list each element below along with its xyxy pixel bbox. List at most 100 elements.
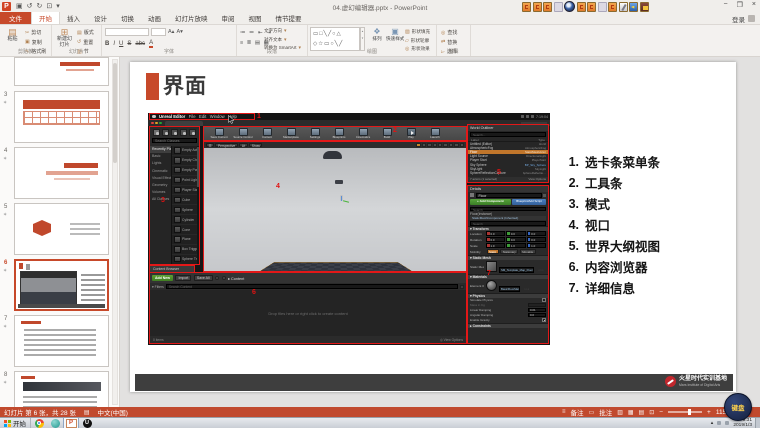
modes-category[interactable]: Cinematic [150,168,171,175]
classroom-tool-icon[interactable] [619,2,628,12]
asset-tools-icons[interactable]: ◦ ◦ ◦ [524,287,529,291]
foliage-mode-icon[interactable] [180,129,187,136]
toolbar-button[interactable]: Blueprints [327,128,351,140]
z-value-field[interactable]: 0.0 [527,237,546,241]
forward-icon[interactable] [222,276,226,280]
mobility-option[interactable]: Stationary [500,249,518,253]
slide-thumbnail[interactable] [14,315,109,367]
classroom-tool-icon[interactable] [554,2,563,12]
reading-view-icon[interactable]: ▤ [639,409,645,416]
placeable-item[interactable]: Player Start [172,186,199,196]
physics-control[interactable]: 0.0 [528,313,546,317]
comments-toggle[interactable]: 批注 [599,407,612,417]
language-indicator[interactable]: 中文(中国) [98,407,128,417]
classroom-tool-icon[interactable] [564,1,575,12]
viewport-menu-icon[interactable]: ☰ [206,143,214,147]
clipboard-mini-button[interactable]: ▣复制 [25,39,46,46]
qat-button-icon[interactable]: ▾ [56,2,60,10]
slideshow-icon[interactable]: ⊡ [649,409,654,416]
normal-view-icon[interactable]: ▥ [617,409,623,416]
mac-minimize-icon[interactable] [155,122,158,125]
scrollbar-thumb[interactable] [197,147,199,187]
clipboard-mini-button[interactable]: ✂剪切 [25,29,46,36]
view-options[interactable]: View Options [528,177,546,181]
qat-button-icon[interactable]: ↺ [27,2,33,10]
material-dropdown[interactable]: BasicFloorMat [499,286,520,292]
physics-control[interactable]: 0.01 [528,308,546,312]
clear-format-button[interactable]: abc [135,41,145,47]
scale-snap-icon[interactable] [449,143,453,147]
ribbon-tab[interactable]: 情节提要 [269,12,309,24]
notes-page-icon[interactable]: ▤ [84,409,90,416]
physics-control[interactable] [528,303,546,307]
classroom-tool-icon[interactable] [608,2,617,12]
filters-button[interactable]: ▾ Filters [152,285,164,289]
viewport-button[interactable]: Show [249,143,262,147]
classroom-tool-icon[interactable] [598,2,607,12]
modes-category[interactable]: Lights [150,160,171,167]
close-button[interactable]: × [752,1,756,9]
new-slide-button[interactable]: ⊞ 新建幻灯片 [55,27,74,48]
modes-category[interactable]: Recently Placed [150,146,171,153]
qat-button-icon[interactable]: ▣ [16,2,23,10]
save-all-button[interactable]: Save All [194,275,213,281]
paste-button[interactable]: ▤ 粘贴 [3,27,22,43]
slide-thumbnail[interactable] [14,371,109,407]
thumbnail-slide-2-partial[interactable] [14,57,109,86]
content-browser-tab[interactable]: Content Browser [149,265,195,272]
ue-menu-item[interactable]: File [189,114,196,119]
z-value-field[interactable]: 1.0 [527,243,546,247]
outliner-row[interactable]: SphereReflectionCapture SphereReflectio… [468,171,548,175]
underline-button[interactable]: U [119,41,123,47]
restore-button[interactable]: ❐ [737,1,743,9]
ribbon-tab[interactable]: 切换 [114,12,141,24]
editing-mini-button[interactable]: ◎查找 [441,29,457,36]
classroom-tool-icon[interactable] [629,2,638,12]
classroom-tool-icon[interactable] [587,2,596,12]
placeable-item[interactable]: Plane [172,235,199,245]
ribbon-tab[interactable]: 开始 [31,12,60,24]
placeable-item[interactable]: Empty Actor [172,146,199,156]
font-color-button[interactable]: A [149,40,153,48]
paragraph-mini-button[interactable]: 文字方向▾ [264,28,306,34]
material-thumbnail[interactable] [486,280,497,291]
import-button[interactable]: Import [175,275,191,281]
bold-button[interactable]: B [105,41,109,47]
view-settings-icon[interactable] [460,285,464,289]
mobility-option[interactable]: Movable [520,249,536,253]
slides-mini-button[interactable]: ↺重置 [77,39,94,46]
grid-snap-icon[interactable] [438,143,442,147]
modes-category[interactable]: Visual Effects [150,175,171,182]
toolbar-button[interactable]: Content [255,128,279,140]
column-label[interactable]: Label [471,138,538,141]
shrink-font-icon[interactable]: A▾ [176,29,182,35]
taskbar-globe-app[interactable] [47,418,63,428]
notes-toggle[interactable]: 备注 [571,407,584,417]
modes-category[interactable]: Volumes [150,189,171,196]
placeable-item[interactable]: Cylinder [172,215,199,225]
taskbar-chrome[interactable] [31,418,47,428]
x-value-field[interactable]: 0.0 [486,231,505,235]
static-mesh-dropdown[interactable]: SM_Template_Map_Floor [499,267,534,273]
tray-expand-icon[interactable]: ▴ [711,420,714,426]
outliner-search-input[interactable]: Search... [470,132,546,137]
z-value-field[interactable]: 0.0 [527,231,546,235]
column-type[interactable]: Type [538,138,545,141]
select-tool-icon[interactable] [416,143,420,147]
viewport-button[interactable]: Perspective [215,143,237,147]
paint-mode-icon[interactable] [162,129,169,136]
component-row[interactable]: StaticMeshComponent (Inherited) [470,216,546,221]
breadcrumb[interactable]: ▸ Content [228,276,244,281]
editing-mini-button[interactable]: ⇄替换 [441,39,457,46]
mac-zoom-icon[interactable] [159,122,162,125]
font-name-select[interactable] [105,28,149,36]
move-tool-icon[interactable] [422,143,426,147]
x-value-field[interactable]: 1.0 [486,243,505,247]
placeable-item[interactable]: Cube [172,195,199,205]
ribbon-tab[interactable]: 动画 [141,12,168,24]
lock-icon[interactable] [543,194,546,197]
toolbar-button[interactable]: Marketplace [279,128,303,140]
classroom-tool-icon[interactable] [543,2,552,12]
toolbar-button[interactable]: Cinematics [351,128,375,140]
slide-thumbnail[interactable] [14,259,109,311]
